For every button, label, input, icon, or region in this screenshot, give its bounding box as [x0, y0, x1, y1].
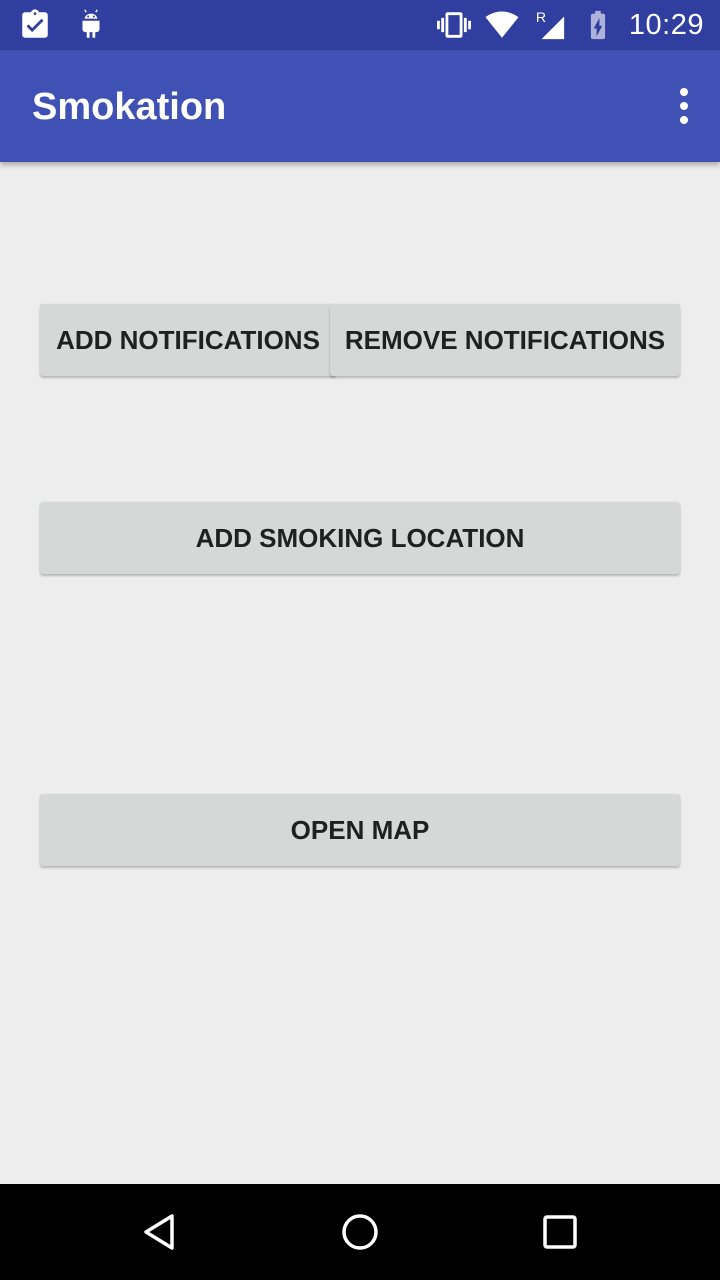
- status-bar: R 10:29: [0, 0, 720, 50]
- navigation-bar: [0, 1184, 720, 1280]
- clipboard-check-icon: [22, 9, 48, 38]
- app-bar: Smokation: [0, 50, 720, 162]
- open-map-button[interactable]: OPEN MAP: [40, 794, 680, 866]
- battery-charging-icon: [590, 10, 606, 40]
- notification-icons: [18, 8, 108, 42]
- remove-notifications-button[interactable]: REMOVE NOTIFICATIONS: [330, 304, 680, 376]
- app-title: Smokation: [32, 86, 227, 128]
- roaming-label: R: [536, 10, 546, 26]
- signal-roaming-icon: R: [536, 10, 565, 40]
- add-smoking-location-button[interactable]: ADD SMOKING LOCATION: [40, 502, 680, 574]
- overflow-menu-icon[interactable]: [668, 80, 700, 132]
- recents-icon[interactable]: [532, 1204, 588, 1260]
- system-status-icons: R 10:29: [436, 0, 704, 50]
- vibrate-icon: [436, 12, 471, 38]
- android-icon: [82, 9, 100, 38]
- wifi-icon: [485, 11, 519, 38]
- back-icon[interactable]: [132, 1204, 188, 1260]
- status-time: 10:29: [628, 8, 704, 41]
- add-notifications-button[interactable]: ADD NOTIFICATIONS: [40, 304, 336, 376]
- home-icon[interactable]: [332, 1204, 388, 1260]
